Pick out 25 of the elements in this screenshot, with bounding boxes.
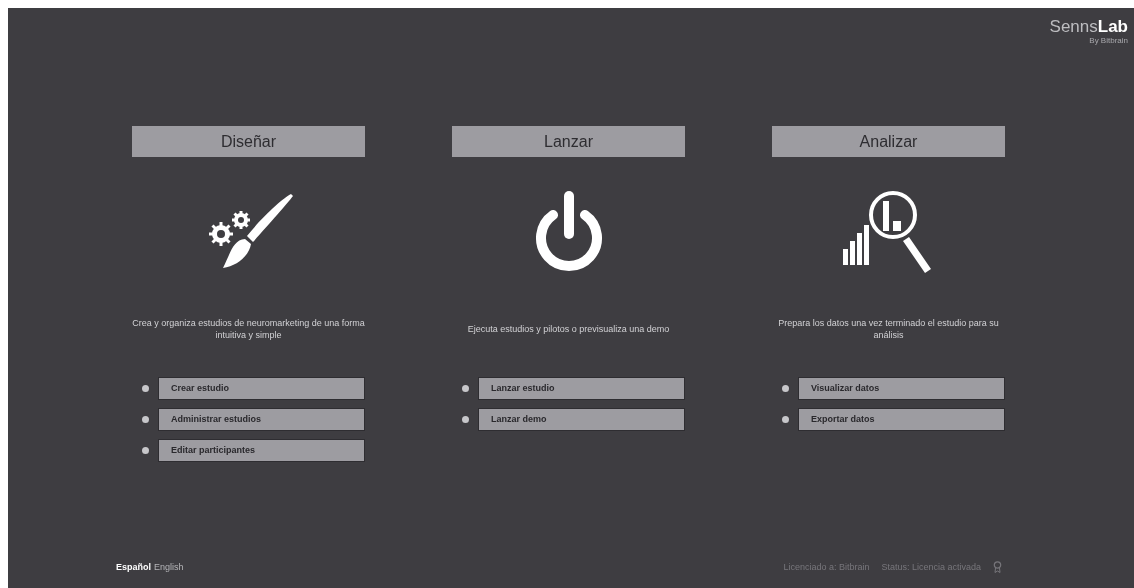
logo-byline: By Bitbrain (1089, 35, 1128, 47)
bullet-icon (462, 385, 469, 392)
logo: SennsLab (1049, 18, 1128, 35)
section-description: Ejecuta estudios y pilotos o previsualiza una demo (466, 323, 671, 336)
award-icon (993, 561, 1002, 574)
language-link[interactable]: Español (116, 560, 151, 574)
section-description: Crea y organiza estudios de neuromarketing de una forma intuitiva y simple (131, 317, 366, 342)
bullet-icon (142, 447, 149, 454)
action-button[interactable]: Lanzar demo (478, 408, 685, 431)
section-header: Lanzar (452, 126, 685, 157)
action-button[interactable]: Editar participantes (158, 439, 365, 462)
section-header: Analizar (772, 126, 1005, 157)
action-button[interactable]: Crear estudio (158, 377, 365, 400)
bullet-icon (782, 385, 789, 392)
action-button[interactable]: Administrar estudios (158, 408, 365, 431)
bullet-icon (462, 416, 469, 423)
action-button[interactable]: Lanzar estudio (478, 377, 685, 400)
bullet-icon (142, 385, 149, 392)
section-header: Diseñar (132, 126, 365, 157)
bullet-icon (142, 416, 149, 423)
bullet-icon (782, 416, 789, 423)
language-link[interactable]: English (154, 560, 184, 574)
action-button[interactable]: Visualizar datos (798, 377, 1005, 400)
section-description: Prepara los datos una vez terminado el estudio para su análisis (777, 317, 1000, 342)
action-button[interactable]: Exportar datos (798, 408, 1005, 431)
